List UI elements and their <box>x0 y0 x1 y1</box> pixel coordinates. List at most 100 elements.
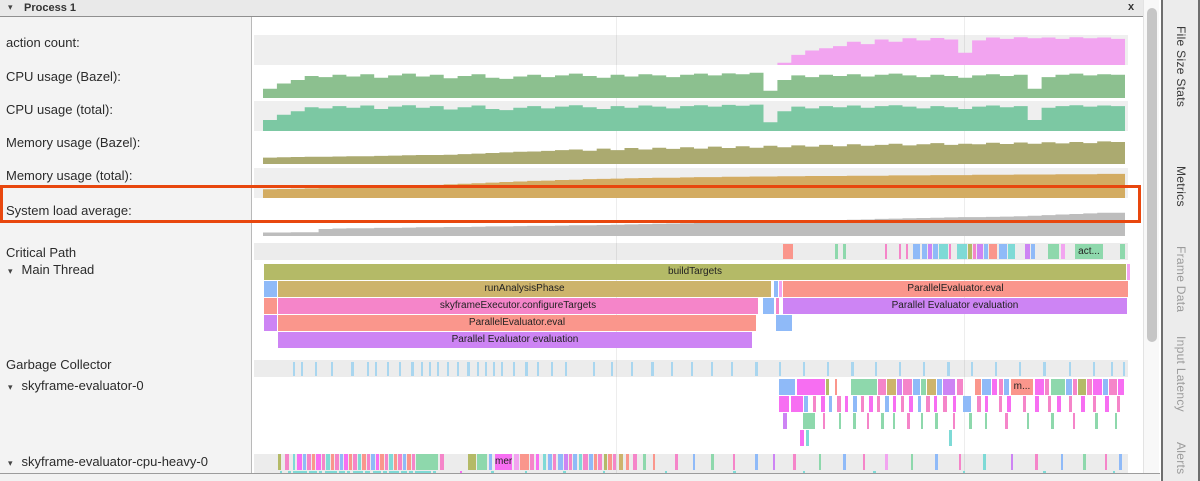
slice-skyframe-evaluator-0[interactable] <box>943 396 947 412</box>
slice-garbage-collector[interactable] <box>923 362 925 376</box>
slice-garbage-collector[interactable] <box>593 362 595 376</box>
slice-skyframe-evaluator-cpu-heavy-0[interactable] <box>514 454 519 470</box>
slice-skyframe-evaluator-cpu-heavy-0[interactable] <box>371 454 375 470</box>
slice-skyframe-evaluator-0[interactable] <box>999 379 1003 395</box>
slice-skyframe-evaluator-cpu-heavy-0[interactable] <box>303 454 306 470</box>
slice-skyframe-evaluator-0[interactable] <box>1109 379 1117 395</box>
slice-critical-path[interactable] <box>835 244 838 259</box>
slice-skyframeexecutor-configuretargets[interactable]: skyframeExecutor.configureTargets <box>278 298 758 314</box>
slice-skyframe-evaluator-0[interactable] <box>867 413 869 429</box>
slice-skyframe-evaluator-0[interactable] <box>921 379 926 395</box>
slice-critical-path[interactable] <box>783 244 793 259</box>
slice-main-thread[interactable] <box>1127 264 1130 280</box>
slice-garbage-collector[interactable] <box>565 362 567 376</box>
slice-garbage-collector[interactable] <box>493 362 495 376</box>
slice-garbage-collector[interactable] <box>1019 362 1021 376</box>
slice-skyframe-evaluator-0[interactable] <box>806 430 809 446</box>
slice-skyframe-evaluator-cpu-heavy-0[interactable] <box>604 454 607 470</box>
slice-skyframe-evaluator-0[interactable] <box>935 413 938 429</box>
slice-skyframe-evaluator-cpu-heavy-0[interactable] <box>793 454 796 470</box>
slice-critical-path[interactable] <box>1120 244 1125 259</box>
slice-skyframe-evaluator-cpu-heavy-0[interactable] <box>594 454 597 470</box>
tab-input-latency[interactable]: Input Latency <box>1174 336 1188 412</box>
collapse-process-icon[interactable]: ▾ <box>8 2 13 13</box>
counter-chart-memory-usage-total-[interactable] <box>263 168 1125 198</box>
slice-skyframe-evaluator-cpu-heavy-0[interactable] <box>983 454 986 470</box>
counter-chart-memory-usage-bazel-[interactable] <box>263 134 1125 164</box>
slice-skyframe-evaluator-0[interactable] <box>893 396 896 412</box>
slice-skyframe-evaluator-cpu-heavy-0[interactable] <box>536 454 539 470</box>
slice-skyframe-evaluator-cpu-heavy-0[interactable] <box>440 454 444 470</box>
slice-skyframe-evaluator-cpu-heavy-0[interactable] <box>477 454 487 470</box>
slice-garbage-collector[interactable] <box>513 362 515 376</box>
slice-garbage-collector[interactable] <box>631 362 633 376</box>
track-label-main-thread[interactable]: ▾Main Thread <box>8 262 94 279</box>
slice-skyframe-evaluator-cpu-heavy-0[interactable] <box>653 454 655 470</box>
slice-skyframe-evaluator-0[interactable] <box>1066 379 1072 395</box>
slice-skyframe-evaluator-cpu-heavy-0[interactable] <box>335 454 339 470</box>
counter-chart-cpu-usage-bazel-[interactable] <box>263 68 1125 98</box>
slice-skyframe-evaluator-cpu-heavy-0[interactable] <box>278 454 281 470</box>
slice-skyframe-evaluator-0[interactable] <box>823 413 825 429</box>
slice-skyframe-evaluator-cpu-heavy-0[interactable] <box>583 454 588 470</box>
slice-skyframe-evaluator-0[interactable] <box>800 430 804 446</box>
slice-skyframe-evaluator-cpu-heavy-0[interactable] <box>412 454 415 470</box>
slice-main-thread[interactable] <box>264 281 277 297</box>
slice-skyframe-evaluator-cpu-heavy-0[interactable] <box>1061 454 1063 470</box>
slice-critical-path[interactable] <box>1048 244 1059 259</box>
slice-main-thread[interactable] <box>264 298 277 314</box>
slice-critical-path[interactable] <box>933 244 938 259</box>
track-label-skyframe-evaluator-0[interactable]: ▾skyframe-evaluator-0 <box>8 378 144 395</box>
slice-skyframe-evaluator-cpu-heavy-0[interactable] <box>548 454 552 470</box>
slice-garbage-collector[interactable] <box>501 362 503 376</box>
track-label-skyframe-evaluator-cpu-heavy-0[interactable]: ▾skyframe-evaluator-cpu-heavy-0 <box>8 454 208 471</box>
slice-garbage-collector[interactable] <box>851 362 854 376</box>
slice-skyframe-evaluator-0[interactable] <box>1057 396 1061 412</box>
slice-skyframe-evaluator-0[interactable] <box>881 413 884 429</box>
horizontal-scrollbar[interactable] <box>0 473 1160 481</box>
slice-skyframe-evaluator-cpu-heavy-0[interactable] <box>394 454 397 470</box>
slice-skyframe-evaluator-0[interactable] <box>804 396 808 412</box>
slice-skyframe-evaluator-0[interactable] <box>1051 379 1065 395</box>
slice-critical-path[interactable] <box>968 244 972 259</box>
slice-skyframe-evaluator-cpu-heavy-0[interactable] <box>1083 454 1086 470</box>
slice-skyframe-evaluator-cpu-heavy-0[interactable] <box>608 454 612 470</box>
slice-skyframe-evaluator-cpu-heavy-0[interactable] <box>385 454 388 470</box>
slice-skyframe-evaluator-cpu-heavy-0[interactable] <box>633 454 637 470</box>
slice-skyframe-evaluator-cpu-heavy-0[interactable] <box>367 454 370 470</box>
slice-garbage-collector[interactable] <box>711 362 713 376</box>
slice-skyframe-evaluator-0[interactable] <box>779 379 795 395</box>
slice-skyframe-evaluator-cpu-heavy-0[interactable] <box>322 454 325 470</box>
slice-skyframe-evaluator-0[interactable] <box>813 396 816 412</box>
slice-buildtargets[interactable]: buildTargets <box>264 264 1126 280</box>
slice-skyframe-evaluator-cpu-heavy-0[interactable] <box>326 454 330 470</box>
slice-garbage-collector[interactable] <box>755 362 758 376</box>
slice-skyframe-evaluator-0[interactable] <box>1105 396 1109 412</box>
slice-skyframe-evaluator-0[interactable] <box>1073 413 1075 429</box>
slice-act-[interactable]: act... <box>1075 244 1103 259</box>
slice-skyframe-evaluator-0[interactable] <box>893 413 895 429</box>
slice-garbage-collector[interactable] <box>367 362 369 376</box>
slice-skyframe-evaluator-0[interactable] <box>837 396 841 412</box>
slice-skyframe-evaluator-cpu-heavy-0[interactable] <box>344 454 348 470</box>
slice-skyframe-evaluator-cpu-heavy-0[interactable] <box>773 454 775 470</box>
slice-skyframe-evaluator-0[interactable] <box>887 379 896 395</box>
slice-skyframe-evaluator-0[interactable] <box>839 413 841 429</box>
collapse-track-icon[interactable]: ▾ <box>8 382 13 392</box>
slice-garbage-collector[interactable] <box>1123 362 1125 376</box>
slice-skyframe-evaluator-cpu-heavy-0[interactable] <box>468 454 476 470</box>
slice-skyframe-evaluator-0[interactable] <box>934 396 937 412</box>
slice-skyframe-evaluator-0[interactable] <box>783 413 787 429</box>
slice-main-thread[interactable] <box>779 281 782 297</box>
slice-skyframe-evaluator-cpu-heavy-0[interactable] <box>416 454 438 470</box>
slice-critical-path[interactable] <box>939 244 948 259</box>
slice-skyframe-evaluator-0[interactable] <box>821 396 825 412</box>
slice-skyframe-evaluator-cpu-heavy-0[interactable] <box>293 454 295 470</box>
slice-skyframe-evaluator-cpu-heavy-0[interactable] <box>312 454 315 470</box>
slice-skyframe-evaluator-0[interactable] <box>1093 396 1096 412</box>
slice-skyframe-evaluator-cpu-heavy-0[interactable] <box>407 454 411 470</box>
slice-skyframe-evaluator-cpu-heavy-0[interactable] <box>297 454 302 470</box>
slice-skyframe-evaluator-0[interactable] <box>897 379 902 395</box>
slice-skyframe-evaluator-0[interactable] <box>982 379 991 395</box>
slice-skyframe-evaluator-cpu-heavy-0[interactable] <box>885 454 888 470</box>
